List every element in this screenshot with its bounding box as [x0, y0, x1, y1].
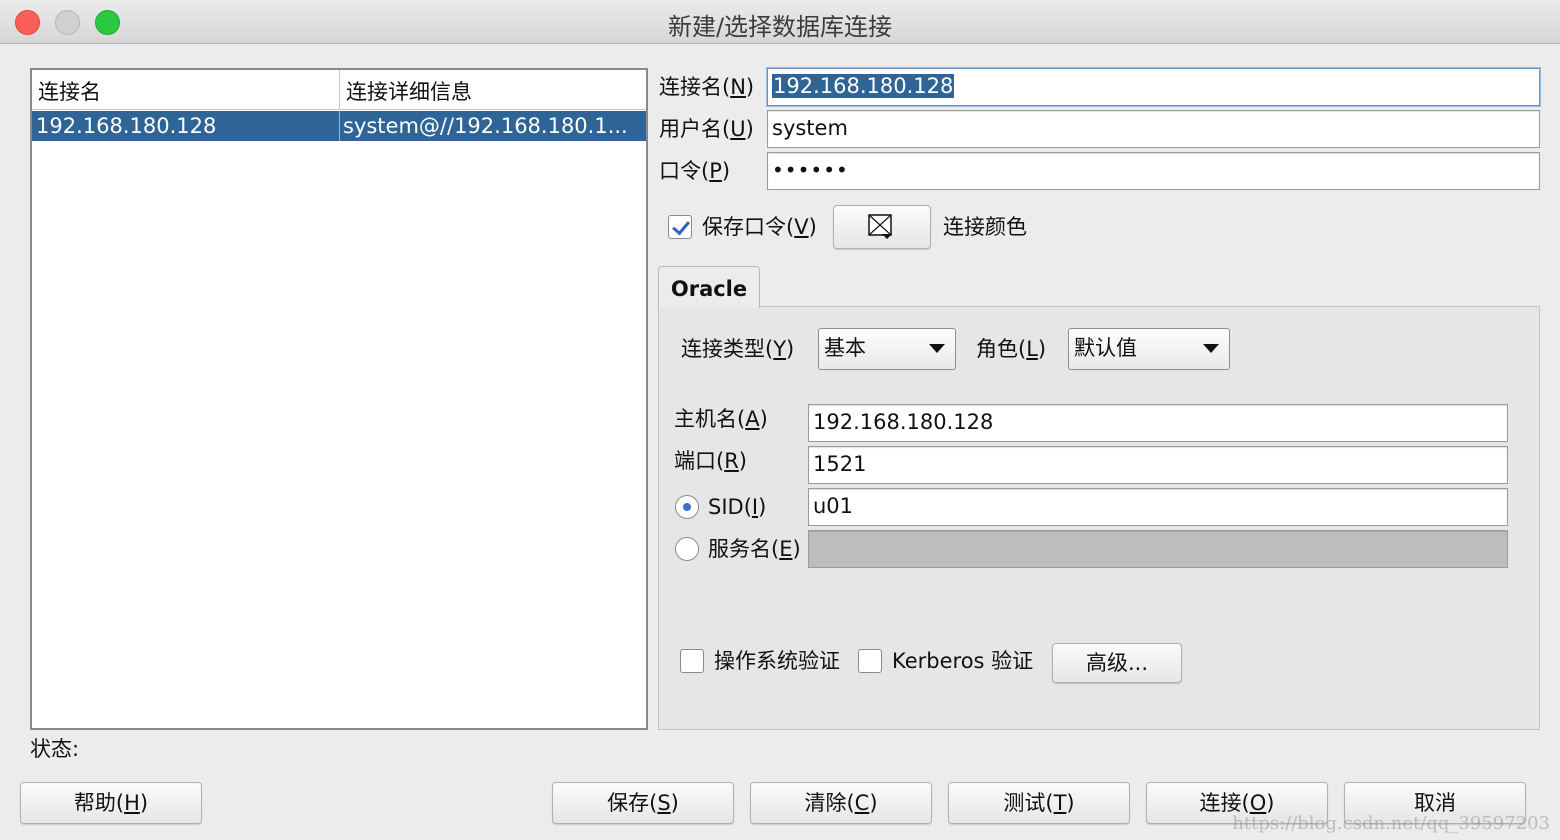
port-input[interactable]: 1521: [808, 446, 1508, 484]
clear-button[interactable]: 清除(C): [750, 782, 932, 824]
conn-name-value: 192.168.180.128: [772, 74, 955, 98]
save-password-checkbox[interactable]: [668, 215, 692, 239]
chevron-down-icon: [929, 344, 945, 353]
column-header-details[interactable]: 连接详细信息: [340, 70, 646, 110]
test-button[interactable]: 测试(T): [948, 782, 1130, 824]
username-input[interactable]: system: [767, 110, 1540, 148]
username-label: 用户名(U): [659, 117, 754, 141]
kerberos-auth-label[interactable]: Kerberos 验证: [892, 648, 1033, 674]
connection-color-label: 连接颜色: [943, 215, 1027, 239]
service-name-input: [808, 530, 1508, 568]
conn-type-label: 连接类型(Y): [681, 337, 795, 361]
help-button[interactable]: 帮助(H): [20, 782, 202, 824]
sid-input[interactable]: u01: [808, 488, 1508, 526]
conn-type-select[interactable]: 基本: [818, 328, 956, 370]
sid-label[interactable]: SID(I): [708, 494, 766, 520]
sid-radio[interactable]: [675, 495, 699, 519]
password-label: 口令(P): [659, 159, 731, 183]
table-row[interactable]: 192.168.180.128 system@//192.168.180.1..…: [32, 111, 646, 141]
table-header: 连接名 连接详细信息: [32, 70, 646, 110]
port-label: 端口(R): [674, 449, 747, 473]
no-color-icon: [868, 214, 892, 239]
watermark: https://blog.csdn.net/qq_39597203: [1232, 813, 1550, 834]
conn-type-value: 基本: [824, 336, 866, 360]
tab-oracle[interactable]: Oracle: [658, 266, 760, 308]
conn-name-label: 连接名(N): [659, 75, 755, 99]
advanced-button[interactable]: 高级...: [1052, 643, 1182, 683]
os-auth-label[interactable]: 操作系统验证: [714, 648, 840, 674]
status-label: 状态:: [30, 737, 80, 761]
host-label: 主机名(A): [674, 407, 768, 431]
host-input[interactable]: 192.168.180.128: [808, 404, 1508, 442]
save-button[interactable]: 保存(S): [552, 782, 734, 824]
role-value: 默认值: [1074, 336, 1137, 360]
conn-name-input[interactable]: 192.168.180.128: [767, 68, 1540, 106]
password-input[interactable]: ••••••: [767, 152, 1540, 190]
role-select[interactable]: 默认值: [1068, 328, 1230, 370]
row-connection-details: system@//192.168.180.1...: [343, 114, 628, 138]
kerberos-auth-checkbox[interactable]: [858, 649, 882, 673]
connections-table[interactable]: 连接名 连接详细信息 192.168.180.128 system@//192.…: [30, 68, 648, 730]
os-auth-checkbox[interactable]: [680, 649, 704, 673]
role-label: 角色(L): [976, 337, 1047, 361]
service-name-radio[interactable]: [675, 537, 699, 561]
service-name-label[interactable]: 服务名(E): [708, 536, 801, 562]
connection-color-button[interactable]: [833, 205, 931, 249]
dialog-window: 新建/选择数据库连接 连接名 连接详细信息 192.168.180.128 sy…: [0, 0, 1560, 840]
window-title: 新建/选择数据库连接: [667, 13, 893, 41]
row-connection-name: 192.168.180.128: [32, 111, 340, 141]
column-header-name[interactable]: 连接名: [32, 70, 340, 110]
chevron-down-icon: [1203, 344, 1219, 353]
title-bar: 新建/选择数据库连接: [0, 0, 1560, 44]
save-password-label[interactable]: 保存口令(V): [702, 214, 817, 240]
